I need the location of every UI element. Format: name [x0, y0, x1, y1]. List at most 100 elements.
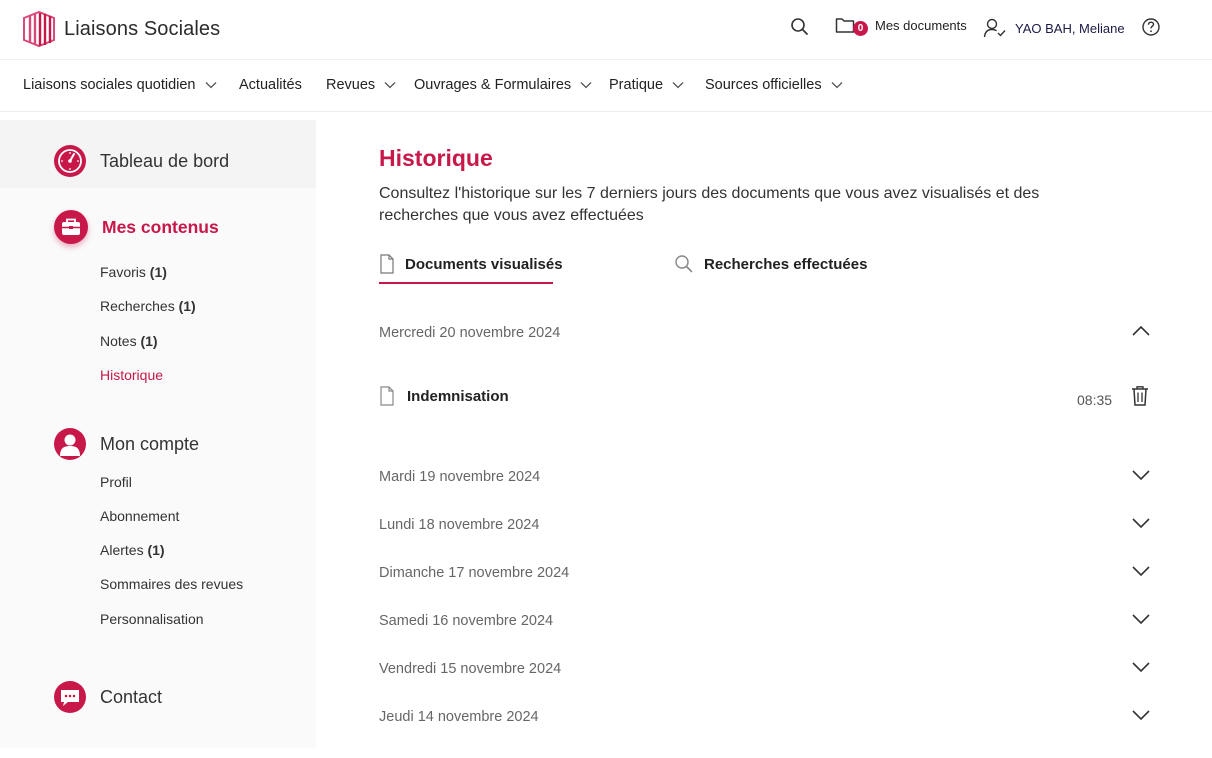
sidebar-link-count: (1) [149, 264, 167, 280]
chevron-down-icon [205, 82, 216, 89]
active-tab-indicator [379, 282, 553, 284]
nav-item-label: Ouvrages & Formulaires [414, 77, 572, 93]
tab-label: Recherches effectuées [704, 255, 868, 273]
nav-item-pratique[interactable]: Pratique [609, 77, 684, 93]
my-documents-button[interactable]: 0 Mes documents [835, 16, 967, 36]
document-icon [380, 386, 394, 406]
chevron-down-icon [1132, 662, 1150, 673]
document-icon [380, 254, 394, 274]
day-row[interactable]: Jeudi 14 novembre 2024 [379, 706, 1151, 730]
sidebar-link-label: Abonnement [100, 508, 180, 524]
dashboard-gauge-icon [54, 145, 86, 177]
sidebar-link-count: (1) [147, 542, 165, 558]
day-label: Samedi 16 novembre 2024 [379, 613, 554, 629]
tab-recherches-effectuees[interactable]: Recherches effectuées [674, 254, 867, 274]
sidebar-item-label: Tableau de bord [100, 150, 230, 171]
sidebar-link-alertes[interactable]: Alertes (1) [100, 542, 165, 558]
nav-item-actualites[interactable]: Actualités [239, 77, 302, 93]
sidebar-link-abonnement[interactable]: Abonnement [100, 508, 179, 524]
day-row[interactable]: Vendredi 15 novembre 2024 [379, 658, 1151, 682]
user-check-icon [983, 18, 1006, 38]
history-document-row: Indemnisation 08:35 [379, 385, 1151, 411]
chevron-down-icon [672, 82, 684, 89]
sidebar-item-my-content[interactable]: Mes contenus [54, 210, 219, 244]
day-label: Vendredi 15 novembre 2024 [379, 661, 562, 677]
trash-icon [1132, 386, 1148, 406]
sidebar-link-recherches[interactable]: Recherches (1) [100, 298, 196, 314]
day-row[interactable]: Samedi 16 novembre 2024 [379, 610, 1151, 634]
sidebar-link-notes[interactable]: Notes (1) [100, 333, 158, 349]
day-row[interactable]: Lundi 18 novembre 2024 [379, 514, 1151, 538]
sidebar-item-label: Contact [100, 686, 163, 707]
nav-item-sources-officielles[interactable]: Sources officielles [705, 77, 843, 93]
search-icon [675, 255, 693, 273]
chevron-down-icon [1132, 566, 1150, 577]
chevron-down-icon [1132, 470, 1150, 481]
sidebar-link-label: Favoris [100, 264, 146, 280]
sidebar-link-sommaires-des-revues[interactable]: Sommaires des revues [100, 576, 243, 592]
sidebar-link-label: Sommaires des revues [100, 576, 244, 592]
sidebar-link-historique[interactable]: Historique [100, 367, 163, 383]
sidebar-link-label: Recherches [100, 298, 175, 314]
sidebar-link-label: Historique [100, 367, 164, 383]
help-button[interactable] [1141, 17, 1161, 37]
day-label: Dimanche 17 novembre 2024 [379, 565, 570, 581]
nav-item-label: Actualités [239, 77, 302, 93]
tab-documents-visualises[interactable]: Documents visualisés [379, 254, 563, 274]
page-description: Consultez l'historique sur les 7 dernier… [379, 185, 1040, 224]
main-navigation: Liaisons sociales quotidien Actualités R… [0, 60, 1212, 112]
day-label: Mardi 19 novembre 2024 [379, 469, 541, 485]
chevron-up-icon [1132, 325, 1150, 336]
briefcase-icon [54, 210, 88, 244]
nav-item-ouvrages-formulaires[interactable]: Ouvrages & Formulaires [414, 77, 592, 93]
page-title: Historique [379, 145, 493, 171]
sidebar-item-dashboard[interactable]: Tableau de bord [54, 145, 229, 177]
day-label: Lundi 18 novembre 2024 [379, 517, 540, 533]
sidebar-link-count: (1) [140, 333, 158, 349]
user-icon [54, 428, 86, 460]
sidebar-link-label: Alertes [100, 542, 144, 558]
document-time: 08:35 [1077, 392, 1113, 408]
my-documents-label: Mes documents [875, 17, 967, 33]
folder-icon [835, 18, 855, 33]
brand-name: Liaisons Sociales [64, 17, 221, 40]
sidebar-link-profil[interactable]: Profil [100, 474, 132, 490]
nav-item-revues[interactable]: Revues [326, 77, 396, 93]
day-label: Mercredi 20 novembre 2024 [379, 325, 561, 341]
sidebar-item-contact[interactable]: Contact [54, 681, 162, 713]
sidebar-item-label: Mes contenus [102, 216, 219, 237]
tab-label: Documents visualisés [405, 255, 563, 273]
delete-button[interactable] [1130, 385, 1150, 407]
sidebar-link-count: (1) [178, 298, 196, 314]
document-title-link[interactable]: Indemnisation [407, 388, 509, 405]
sidebar-link-label: Profil [100, 474, 132, 490]
sidebar-link-label: Personnalisation [100, 611, 204, 627]
user-account-button[interactable]: YAO BAH, Meliane [983, 17, 1125, 39]
day-row[interactable]: Mardi 19 novembre 2024 [379, 466, 1151, 490]
day-row-expanded[interactable]: Mercredi 20 novembre 2024 [379, 322, 1151, 346]
nav-item-label: Revues [326, 77, 376, 93]
nav-item-liaisons-sociales-quotidien[interactable]: Liaisons sociales quotidien [23, 77, 217, 93]
sidebar-item-label: Mon compte [100, 433, 200, 454]
brand-logo-icon [23, 10, 55, 48]
chevron-down-icon [580, 82, 592, 89]
sidebar-link-favoris[interactable]: Favoris (1) [100, 264, 167, 280]
help-icon [1142, 18, 1160, 36]
top-header: Liaisons Sociales 0 Mes documents YAO BA… [0, 0, 1212, 60]
brand-logo[interactable]: Liaisons Sociales [22, 10, 220, 48]
chevron-down-icon [1132, 614, 1150, 625]
search-icon [791, 18, 808, 35]
nav-item-label: Sources officielles [705, 77, 822, 93]
user-name: YAO BAH, Meliane [1015, 20, 1125, 36]
day-label: Jeudi 14 novembre 2024 [379, 709, 539, 725]
chevron-down-icon [1132, 710, 1150, 721]
chevron-down-icon [831, 82, 843, 89]
sidebar-link-personnalisation[interactable]: Personnalisation [100, 611, 204, 627]
chat-bubble-icon [54, 681, 86, 713]
sidebar-item-my-account[interactable]: Mon compte [54, 428, 199, 460]
search-button[interactable] [790, 17, 810, 37]
chevron-down-icon [1132, 518, 1150, 529]
day-row[interactable]: Dimanche 17 novembre 2024 [379, 562, 1151, 586]
documents-count-badge: 0 [853, 21, 868, 36]
nav-item-label: Pratique [609, 77, 664, 93]
